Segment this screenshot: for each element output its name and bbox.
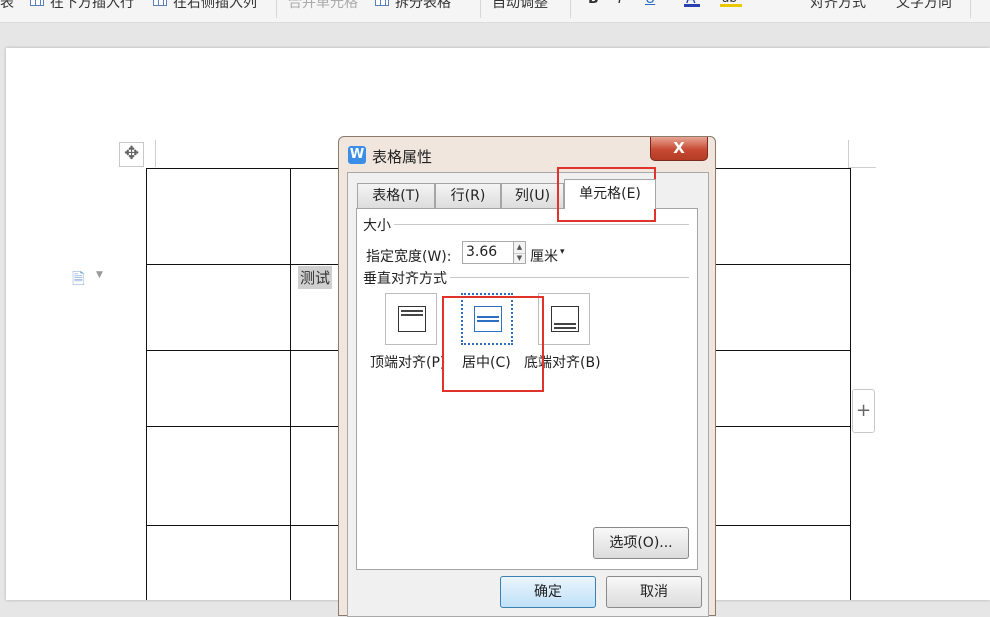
text-direction-button[interactable]: 文字方向 — [896, 0, 952, 12]
valign-bottom-option[interactable] — [538, 293, 590, 345]
align-bar — [401, 314, 423, 316]
italic-button[interactable]: I — [618, 0, 622, 7]
tab-column[interactable]: 列(U) — [501, 183, 564, 208]
table-move-handle[interactable]: ✥ — [119, 142, 144, 167]
align-bar — [554, 323, 576, 325]
cancel-button[interactable]: 取消 — [606, 576, 702, 608]
highlight-swatch — [720, 4, 742, 7]
insert-col-right-button[interactable]: 在右侧插入列 — [173, 0, 257, 12]
tab-row[interactable]: 行(R) — [435, 183, 501, 208]
wps-writer-icon: W — [348, 146, 366, 164]
align-bar — [554, 327, 576, 329]
ribbon-toolbar: 表 在下方插入行 在右侧插入列 合并单元格 拆分表格 自动调整 B I U A … — [0, 0, 990, 23]
align-bottom-icon — [551, 306, 579, 332]
close-button[interactable]: X — [650, 137, 708, 161]
toolbar-divider — [570, 0, 571, 18]
close-icon: X — [673, 139, 685, 157]
width-stepper[interactable]: ▲ ▼ — [513, 241, 526, 264]
margin-mark — [848, 167, 876, 168]
toolbar-divider — [480, 0, 481, 18]
font-color-swatch — [684, 4, 700, 7]
insert-col-icon — [153, 0, 167, 6]
dialog-title: 表格属性 — [372, 148, 433, 166]
add-column-button[interactable]: + — [852, 389, 875, 433]
valign-top-label[interactable]: 顶端对齐(P) — [370, 352, 445, 372]
toolbar-cut-item[interactable]: 表 — [0, 0, 14, 12]
annotation-box-center-option — [442, 296, 544, 392]
align-top-icon — [398, 306, 426, 332]
ok-button[interactable]: 确定 — [500, 576, 596, 608]
align-bar — [401, 310, 423, 312]
chevron-down-icon[interactable]: ▾ — [560, 247, 565, 257]
insert-row-icon — [30, 0, 44, 6]
merge-cells-button[interactable]: 合并单元格 — [288, 0, 358, 12]
valign-group-label: 垂直对齐方式 — [363, 268, 450, 288]
alignment-button[interactable]: 对齐方式 — [810, 0, 866, 12]
margin-mark — [155, 140, 156, 167]
chevron-down-icon[interactable]: ▼ — [96, 270, 103, 280]
tab-table[interactable]: 表格(T) — [357, 183, 435, 208]
dialog-title-bar[interactable]: W 表格属性 X — [339, 137, 715, 171]
table-border — [146, 168, 147, 600]
table-border — [290, 168, 291, 600]
underline-button[interactable]: U — [645, 0, 655, 7]
group-divider — [449, 277, 689, 278]
width-field-label: 指定宽度(W): — [366, 249, 452, 265]
width-unit-select[interactable]: 厘米 — [530, 246, 558, 266]
bold-button[interactable]: B — [588, 0, 599, 7]
split-table-icon — [375, 0, 389, 6]
auto-adjust-button[interactable]: 自动调整 — [492, 0, 548, 12]
selected-cell-text[interactable]: 测试 — [298, 266, 333, 289]
size-group-label: 大小 — [363, 215, 394, 235]
toolbar-divider — [276, 0, 277, 18]
width-input[interactable]: 3.66 — [462, 241, 514, 264]
move-arrows-icon: ✥ — [123, 143, 140, 164]
options-button[interactable]: 选项(O)... — [593, 527, 689, 559]
split-table-button[interactable]: 拆分表格 — [395, 0, 451, 12]
table-border — [850, 168, 851, 600]
tab-cell[interactable]: 单元格(E) — [564, 179, 656, 209]
chevron-down-icon[interactable]: ▼ — [514, 253, 525, 264]
paragraph-layout-icon[interactable]: 🗎 — [72, 268, 88, 288]
toolbar-divider — [970, 0, 971, 18]
valign-top-option[interactable] — [385, 293, 437, 345]
margin-mark — [848, 140, 849, 167]
insert-row-below-button[interactable]: 在下方插入行 — [50, 0, 134, 12]
group-divider — [393, 224, 689, 225]
dialog-client-area: 表格(T) 行(R) 列(U) 单元格(E) 大小 指定宽度(W): 3.66 … — [347, 172, 709, 617]
